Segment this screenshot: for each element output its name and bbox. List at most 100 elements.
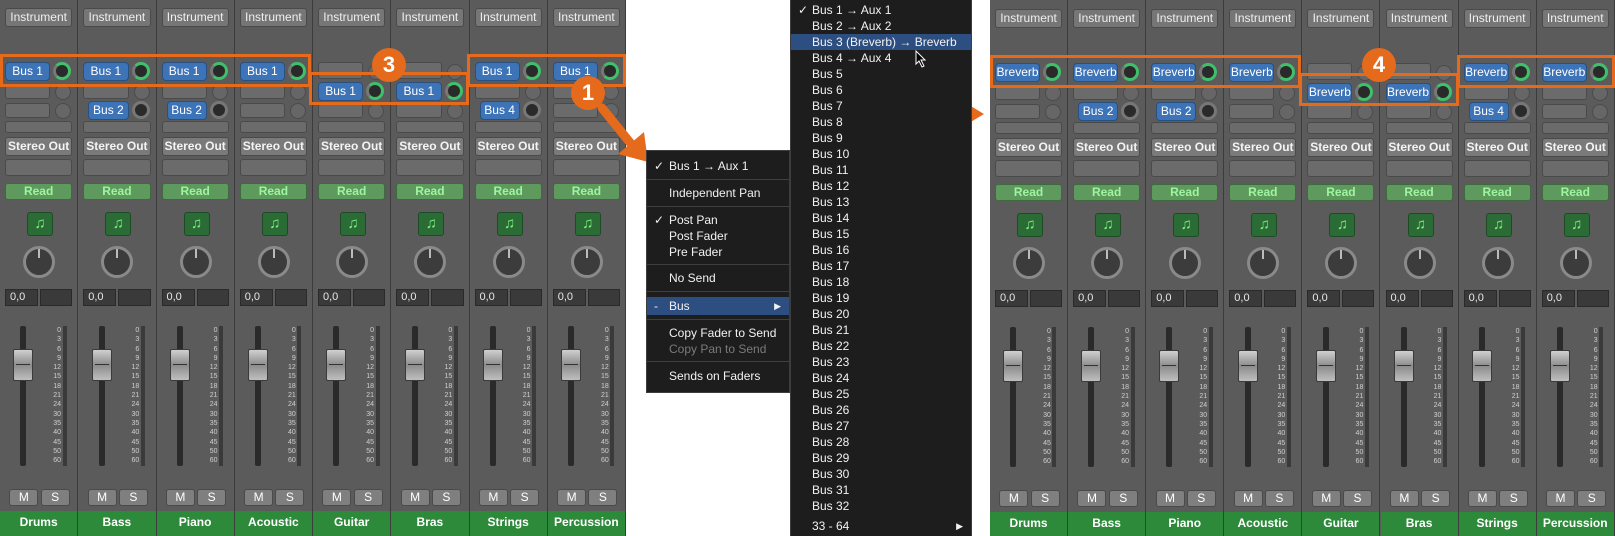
empty-send-slot[interactable] xyxy=(161,84,207,99)
bus-menu-item[interactable]: Bus 26 xyxy=(791,402,971,418)
pan-knob[interactable] xyxy=(570,246,603,278)
mute-button[interactable]: M xyxy=(1546,490,1576,507)
track-name[interactable]: Piano xyxy=(1146,512,1224,536)
volume-fader[interactable] xyxy=(561,349,582,381)
automation-mode-button[interactable]: Read xyxy=(1463,184,1531,201)
output-slot[interactable]: Stereo Out xyxy=(1541,138,1609,157)
mute-button[interactable]: M xyxy=(400,489,430,506)
send-level-knob[interactable] xyxy=(53,62,72,80)
track-name[interactable]: Percussion xyxy=(1536,512,1614,536)
bus-menu-item[interactable]: Bus 25 xyxy=(791,386,971,402)
solo-button[interactable]: S xyxy=(1108,490,1138,507)
bus-menu-item[interactable]: ✓ Bus 1 → Aux 1 xyxy=(791,2,971,18)
empty-send-slot[interactable] xyxy=(239,84,285,99)
mute-button[interactable]: M xyxy=(1311,490,1341,507)
instrument-slot[interactable]: Instrument xyxy=(396,8,464,27)
volume-fader[interactable] xyxy=(1393,350,1414,382)
send-button[interactable]: Bus 2 xyxy=(88,101,129,120)
instrument-icon[interactable]: ♫ xyxy=(496,212,523,236)
send-level-knob[interactable] xyxy=(1199,63,1218,81)
instrument-icon[interactable]: ♫ xyxy=(1329,213,1356,237)
track-name[interactable]: Percussion xyxy=(547,511,625,536)
empty-send-slot[interactable] xyxy=(5,103,51,118)
bus-menu-item[interactable]: Bus 6 xyxy=(791,82,971,98)
menu-item-no-send[interactable]: No Send xyxy=(647,269,789,287)
send-level-knob[interactable] xyxy=(1511,102,1530,120)
empty-send-slot[interactable] xyxy=(1151,85,1197,100)
bus-menu-item[interactable]: Bus 23 xyxy=(791,354,971,370)
mute-button[interactable]: M xyxy=(478,489,508,506)
automation-mode-button[interactable]: Read xyxy=(83,183,151,200)
volume-fader[interactable] xyxy=(482,349,503,381)
pan-knob[interactable] xyxy=(1013,247,1046,279)
empty-send-slot[interactable] xyxy=(1307,104,1353,119)
automation-mode-button[interactable]: Read xyxy=(318,183,386,200)
output-slot[interactable]: Stereo Out xyxy=(318,137,386,156)
instrument-slot[interactable]: Instrument xyxy=(1385,9,1453,28)
automation-mode-button[interactable]: Read xyxy=(1541,184,1609,201)
instrument-icon[interactable]: ♫ xyxy=(1563,213,1590,237)
bus-menu-item[interactable]: Bus 31 xyxy=(791,482,971,498)
bus-menu-item[interactable]: Bus 30 xyxy=(791,466,971,482)
instrument-slot[interactable]: Instrument xyxy=(474,8,542,27)
send-button[interactable]: Breverb xyxy=(1073,63,1119,82)
track-name[interactable]: Strings xyxy=(1458,512,1536,536)
bus-menu-item[interactable]: Bus 10 xyxy=(791,146,971,162)
instrument-icon[interactable]: ♫ xyxy=(1485,213,1512,237)
instrument-slot[interactable]: Instrument xyxy=(318,8,386,27)
automation-mode-button[interactable]: Read xyxy=(1307,184,1375,201)
output-slot[interactable]: Stereo Out xyxy=(474,137,542,156)
send-button[interactable]: Bus 2 xyxy=(166,101,207,120)
track-name[interactable]: Drums xyxy=(0,511,78,536)
bus-menu-item[interactable]: Bus 28 xyxy=(791,434,971,450)
instrument-slot[interactable]: Instrument xyxy=(1073,9,1141,28)
solo-button[interactable]: S xyxy=(1343,490,1372,507)
empty-send-slot[interactable] xyxy=(318,103,364,118)
volume-fader[interactable] xyxy=(1471,350,1492,382)
instrument-icon[interactable]: ♫ xyxy=(418,212,445,236)
output-slot[interactable]: Stereo Out xyxy=(1463,138,1531,157)
track-name[interactable]: Guitar xyxy=(1302,512,1380,536)
send-button[interactable]: Bus 1 xyxy=(161,62,207,81)
output-slot[interactable]: Stereo Out xyxy=(239,137,307,156)
send-button[interactable]: Bus 4 xyxy=(479,101,520,120)
empty-send-slot[interactable] xyxy=(396,103,442,118)
instrument-slot[interactable]: Instrument xyxy=(5,8,73,27)
track-name[interactable]: Piano xyxy=(156,511,234,536)
pan-knob[interactable] xyxy=(1481,247,1514,279)
output-slot[interactable]: Stereo Out xyxy=(1073,138,1141,157)
bus-menu-item[interactable]: Bus 12 xyxy=(791,178,971,194)
track-name[interactable]: Bras xyxy=(391,511,469,536)
instrument-icon[interactable]: ♫ xyxy=(1017,213,1044,237)
solo-button[interactable]: S xyxy=(1030,490,1060,507)
mute-button[interactable]: M xyxy=(165,489,195,506)
bus-menu-item[interactable]: Bus 4 → Aux 4 xyxy=(791,50,971,66)
track-name[interactable]: Acoustic xyxy=(1224,512,1302,536)
solo-button[interactable]: S xyxy=(118,489,148,506)
mute-button[interactable]: M xyxy=(1155,490,1185,507)
volume-fader[interactable] xyxy=(1549,350,1570,382)
volume-fader[interactable] xyxy=(169,349,190,381)
empty-send-slot[interactable] xyxy=(1385,104,1431,119)
instrument-icon[interactable]: ♫ xyxy=(340,212,367,236)
volume-fader[interactable] xyxy=(1315,350,1336,382)
send-button[interactable]: Bus 1 xyxy=(474,62,520,81)
output-slot[interactable]: Stereo Out xyxy=(1307,138,1375,157)
instrument-icon[interactable]: ♫ xyxy=(183,212,210,236)
send-button[interactable]: Breverb xyxy=(1385,83,1431,102)
bus-menu-item[interactable]: Bus 2 → Aux 2 xyxy=(791,18,971,34)
send-level-knob[interactable] xyxy=(131,101,150,119)
volume-fader[interactable] xyxy=(248,349,269,381)
pan-knob[interactable] xyxy=(492,246,525,278)
instrument-slot[interactable]: Instrument xyxy=(161,8,229,27)
volume-fader[interactable] xyxy=(326,349,347,381)
mute-button[interactable]: M xyxy=(1389,490,1419,507)
pan-knob[interactable] xyxy=(1247,247,1280,279)
empty-send-slot[interactable] xyxy=(83,84,129,99)
pan-knob[interactable] xyxy=(179,246,212,278)
bus-menu-item[interactable]: Bus 11 xyxy=(791,162,971,178)
send-level-knob[interactable] xyxy=(1355,83,1374,101)
send-button[interactable]: Bus 1 xyxy=(396,82,442,101)
solo-button[interactable]: S xyxy=(353,489,383,506)
send-level-knob[interactable] xyxy=(1199,102,1218,120)
